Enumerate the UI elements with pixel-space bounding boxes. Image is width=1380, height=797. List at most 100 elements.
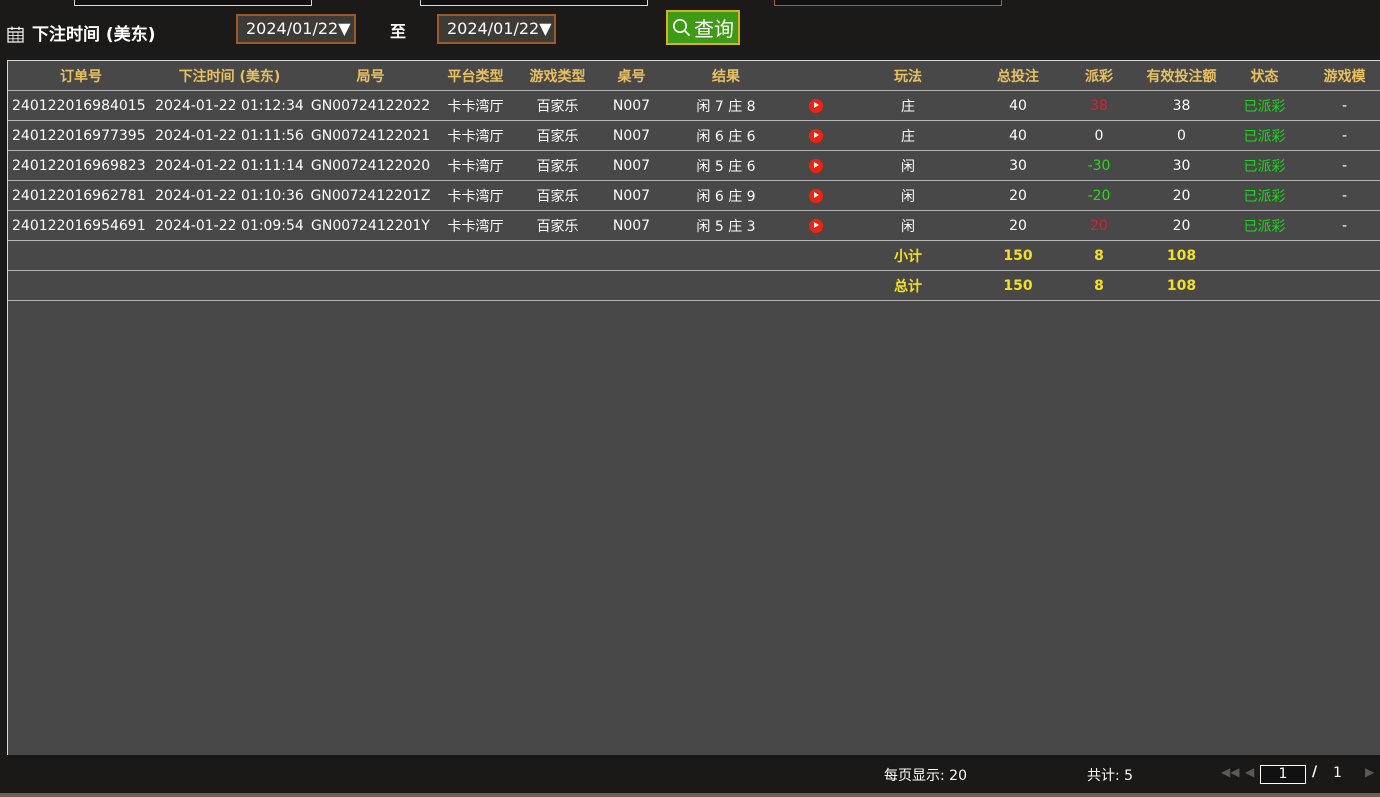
bet-time: 2024-01-22 01:10:36 xyxy=(154,180,305,211)
play-video-icon[interactable] xyxy=(809,98,823,113)
date-to-select[interactable]: 2024/01/22▼ xyxy=(437,14,556,44)
table-number: N007 xyxy=(600,90,663,121)
table-row: 240122016977395 2024-01-22 01:11:56 GN00… xyxy=(8,120,1380,151)
filter-bar: 下注时间 (美东) 2024/01/22▼ 至 2024/01/22▼ 查询 xyxy=(0,6,1380,58)
pagination-footer: 每页显示: 20 共计: 5 ◀◀ ◀ 1 / 1 ▶ xyxy=(0,755,1380,793)
payout: 0 xyxy=(1063,120,1135,151)
page-number-input[interactable]: 1 xyxy=(1260,765,1306,784)
result: 闲 7 庄 8 xyxy=(663,90,789,121)
table-row: 240122016962781 2024-01-22 01:10:36 GN00… xyxy=(8,180,1380,211)
play-type: 闲 xyxy=(843,210,973,241)
bet-time: 2024-01-22 01:12:34 xyxy=(154,90,305,121)
per-page-label: 每页显示: 20 xyxy=(884,768,967,784)
subtotal-bet: 150 xyxy=(973,240,1063,271)
total-bet: 40 xyxy=(973,90,1063,121)
col-header-payout: 派彩 xyxy=(1085,68,1113,85)
play-video-icon[interactable] xyxy=(809,158,823,173)
game-type: 百家乐 xyxy=(515,180,600,211)
total-bet: 20 xyxy=(973,210,1063,241)
game-mode: - xyxy=(1301,150,1380,181)
table-number: N007 xyxy=(600,210,663,241)
order-number: 240122016954691 xyxy=(8,210,154,241)
total-valid: 108 xyxy=(1135,270,1228,301)
subtotal-valid: 108 xyxy=(1135,240,1228,271)
table-row: 240122016969823 2024-01-22 01:11:14 GN00… xyxy=(8,150,1380,181)
to-label: 至 xyxy=(390,22,407,41)
table-header-row: 订单号 下注时间 (美东) 局号 平台类型 游戏类型 桌号 结果 玩法 总投注 … xyxy=(8,61,1380,91)
col-header-status: 状态 xyxy=(1250,68,1279,85)
total-bet: 40 xyxy=(973,120,1063,151)
valid-bet: 30 xyxy=(1135,150,1228,181)
payout: -30 xyxy=(1063,150,1135,181)
query-button[interactable]: 查询 xyxy=(666,10,740,45)
total-row: 总计 150 8 108 xyxy=(8,270,1380,301)
round-number: GN0072412201Z xyxy=(305,180,436,211)
total-payout: 8 xyxy=(1063,270,1135,301)
play-video-icon[interactable] xyxy=(809,188,823,203)
col-header-result: 结果 xyxy=(712,68,740,85)
platform: 卡卡湾厅 xyxy=(436,210,515,241)
video-cell xyxy=(789,210,843,241)
round-number: GN00724122022 xyxy=(305,90,436,121)
col-header-order: 订单号 xyxy=(60,68,102,85)
prev-page-icon[interactable]: ◀ xyxy=(1245,765,1254,779)
table-number: N007 xyxy=(600,120,663,151)
result: 闲 6 庄 9 xyxy=(663,180,789,211)
video-cell xyxy=(789,90,843,121)
bet-time: 2024-01-22 01:11:56 xyxy=(154,120,305,151)
bet-time: 2024-01-22 01:11:14 xyxy=(154,150,305,181)
result: 闲 6 庄 6 xyxy=(663,120,789,151)
total-bet: 30 xyxy=(973,150,1063,181)
play-type: 庄 xyxy=(843,90,973,121)
table-number: N007 xyxy=(600,150,663,181)
col-header-platform: 平台类型 xyxy=(447,68,504,85)
total-bet: 20 xyxy=(973,180,1063,211)
result: 闲 5 庄 6 xyxy=(663,150,789,181)
col-header-play: 玩法 xyxy=(894,68,922,85)
col-header-time: 下注时间 (美东) xyxy=(178,68,281,85)
date-from-select[interactable]: 2024/01/22▼ xyxy=(236,14,356,44)
col-header-valid-bet: 有效投注额 xyxy=(1146,68,1217,85)
order-number: 240122016969823 xyxy=(8,150,154,181)
total-label: 总计 xyxy=(843,270,973,301)
valid-bet: 20 xyxy=(1135,180,1228,211)
play-video-icon[interactable] xyxy=(809,218,823,233)
platform: 卡卡湾厅 xyxy=(436,180,515,211)
order-number: 240122016962781 xyxy=(8,180,154,211)
payout: 20 xyxy=(1063,210,1135,241)
total-count: 共计: 5 xyxy=(1087,768,1134,784)
valid-bet: 0 xyxy=(1135,120,1228,151)
payout: 38 xyxy=(1063,90,1135,121)
valid-bet: 20 xyxy=(1135,210,1228,241)
status: 已派彩 xyxy=(1228,90,1301,121)
col-header-round: 局号 xyxy=(356,68,385,85)
play-type: 庄 xyxy=(843,120,973,151)
bet-time: 2024-01-22 01:09:54 xyxy=(154,210,305,241)
order-number: 240122016984015 xyxy=(8,90,154,121)
status: 已派彩 xyxy=(1228,150,1301,181)
first-page-icon[interactable]: ◀◀ xyxy=(1221,765,1239,779)
video-cell xyxy=(789,150,843,181)
bottom-strip xyxy=(0,793,1380,797)
play-video-icon[interactable] xyxy=(809,128,823,143)
col-header-mode: 游戏模 xyxy=(1323,68,1366,85)
platform: 卡卡湾厅 xyxy=(436,120,515,151)
game-mode: - xyxy=(1301,210,1380,241)
valid-bet: 38 xyxy=(1135,90,1228,121)
game-mode: - xyxy=(1301,90,1380,121)
payout: -20 xyxy=(1063,180,1135,211)
video-cell xyxy=(789,180,843,211)
subtotal-row: 小计 150 8 108 xyxy=(8,240,1380,271)
order-number: 240122016977395 xyxy=(8,120,154,151)
col-header-video xyxy=(789,61,843,91)
page-total: 1 xyxy=(1333,765,1342,781)
next-page-icon[interactable]: ▶ xyxy=(1365,765,1374,779)
bet-records-table-panel: 订单号 下注时间 (美东) 局号 平台类型 游戏类型 桌号 结果 玩法 总投注 … xyxy=(7,60,1380,756)
col-header-bet: 总投注 xyxy=(997,68,1039,85)
page-separator: / xyxy=(1312,764,1318,780)
table-row: 240122016954691 2024-01-22 01:09:54 GN00… xyxy=(8,210,1380,241)
play-type: 闲 xyxy=(843,180,973,211)
status: 已派彩 xyxy=(1228,180,1301,211)
round-number: GN0072412201Y xyxy=(305,210,436,241)
round-number: GN00724122021 xyxy=(305,120,436,151)
